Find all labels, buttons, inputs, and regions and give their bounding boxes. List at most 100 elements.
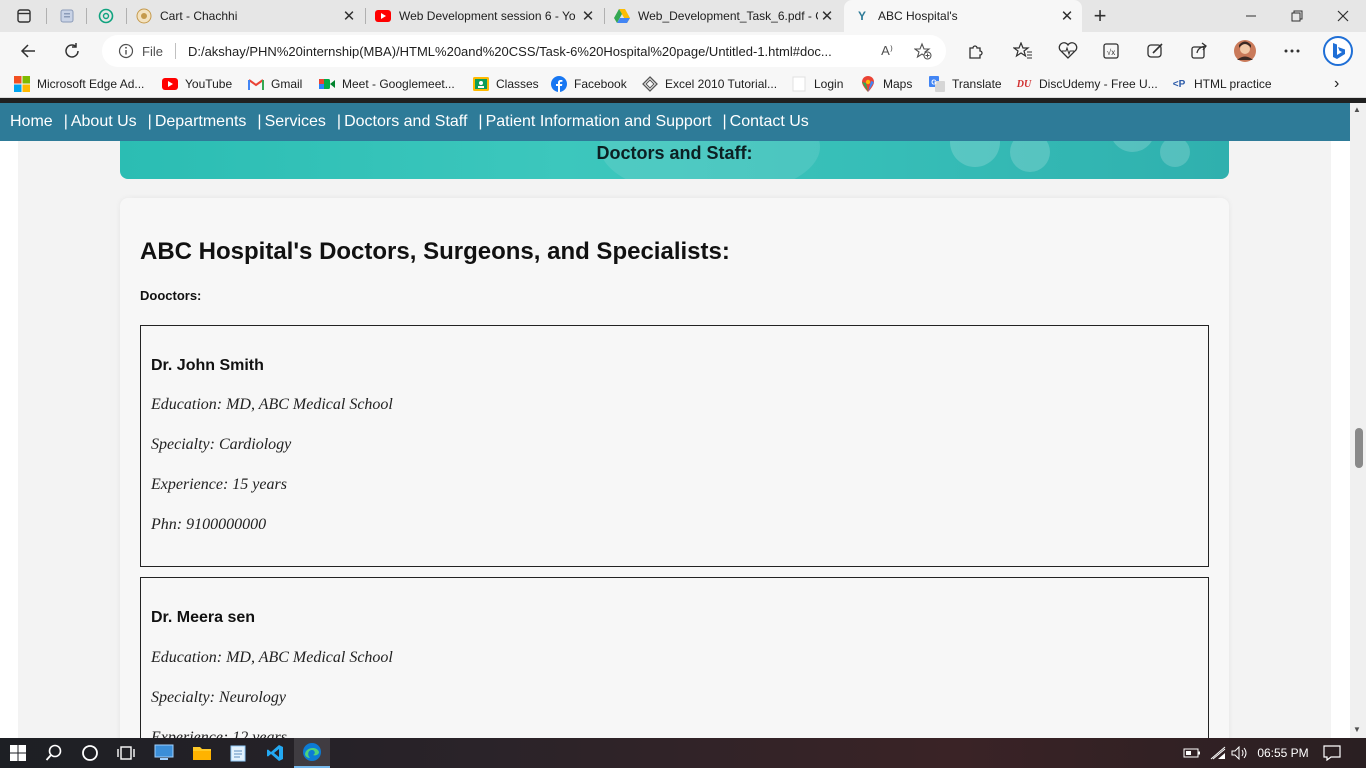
file-scheme-label: File <box>142 43 163 59</box>
close-window-button[interactable] <box>1320 0 1366 32</box>
address-bar[interactable]: File D:/akshay/PHN%20internship(MBA)/HTM… <box>102 35 946 67</box>
workspaces-icon[interactable] <box>53 4 81 28</box>
file-explorer-icon[interactable] <box>184 738 220 768</box>
bookmark-facebook[interactable]: Facebook <box>551 75 627 93</box>
share-icon[interactable] <box>1189 41 1209 61</box>
cortana-icon[interactable] <box>72 738 108 768</box>
bookmark-microsoft-edge[interactable]: Microsoft Edge Ad... <box>14 75 144 93</box>
svg-text:G: G <box>931 80 937 87</box>
bookmark-youtube[interactable]: YouTube <box>162 75 232 93</box>
excel-icon <box>642 76 658 92</box>
blank-page-icon <box>791 76 807 92</box>
nav-services[interactable]: Services <box>265 113 326 131</box>
close-tab-icon[interactable]: ✕ <box>1058 7 1076 25</box>
bookmark-label: HTML practice <box>1194 77 1272 91</box>
scroll-up-arrow-icon[interactable]: ▲ <box>1353 105 1361 114</box>
bookmark-label: YouTube <box>185 77 233 91</box>
bookmark-gmail[interactable]: Gmail <box>248 75 302 93</box>
tab-title: Web_Development_Task_6.pdf - G <box>638 9 818 23</box>
refresh-button[interactable] <box>58 37 86 65</box>
bookmark-excel-tutorial[interactable]: Excel 2010 Tutorial... <box>642 75 777 93</box>
close-tab-icon[interactable]: ✕ <box>579 7 597 25</box>
bookmarks-overflow-chevron-icon[interactable]: › <box>1334 75 1339 93</box>
bookmark-label: Excel 2010 Tutorial... <box>665 77 778 91</box>
tab-actions-menu-icon[interactable] <box>10 4 38 28</box>
classroom-icon <box>473 76 489 92</box>
nav-separator: | <box>336 113 342 130</box>
wifi-icon[interactable] <box>1208 745 1228 761</box>
tab-title: Cart - Chachhi <box>160 9 238 23</box>
bookmark-google-meet[interactable]: Meet - Googlemeet... <box>319 75 455 93</box>
windows-start-icon[interactable] <box>0 738 36 768</box>
doctors-section: ABC Hospital's Doctors, Surgeons, and Sp… <box>120 198 1229 738</box>
scroll-down-arrow-icon[interactable]: ▼ <box>1353 725 1361 734</box>
bookmark-label: Maps <box>883 77 913 91</box>
tab-abc-hospital[interactable]: Y ABC Hospital's ✕ <box>844 0 1082 32</box>
bookmark-maps[interactable]: Maps <box>860 75 912 93</box>
page-scrollbar[interactable]: ▲ ▼ <box>1350 103 1366 738</box>
vscode-icon[interactable] <box>257 738 293 768</box>
profile-avatar[interactable] <box>1233 39 1257 63</box>
doctor-education: Education: MD, ABC Medical School <box>151 396 393 413</box>
nav-doctors-and-staff[interactable]: Doctors and Staff <box>344 113 467 131</box>
tab-separator <box>46 8 47 24</box>
minimize-button[interactable] <box>1228 0 1274 32</box>
back-button[interactable] <box>14 37 42 65</box>
doctor-card: Dr. Meera sen Education: MD, ABC Medical… <box>140 577 1209 738</box>
browser-essentials-icon[interactable] <box>1058 41 1078 61</box>
edge-icon[interactable] <box>294 738 330 768</box>
doctor-experience: Experience: 15 years <box>151 476 287 493</box>
tab-title: Web Development session 6 - Yo <box>399 9 576 23</box>
bookmark-discudemy[interactable]: DU DiscUdemy - Free U... <box>1016 75 1158 93</box>
chatgpt-tab-icon[interactable] <box>92 4 120 28</box>
system-clock[interactable]: 06:55 PM <box>1256 745 1310 761</box>
favorites-icon[interactable] <box>1013 41 1033 61</box>
notifications-icon[interactable] <box>1322 745 1342 761</box>
nav-contact-us[interactable]: Contact Us <box>730 113 809 131</box>
bookmark-classes[interactable]: Classes <box>473 75 539 93</box>
new-tab-button[interactable]: + <box>1088 3 1112 28</box>
url-text[interactable]: D:/akshay/PHN%20internship(MBA)/HTML%20a… <box>188 44 878 59</box>
nav-about-us[interactable]: About Us <box>71 113 137 131</box>
desktop-icon[interactable] <box>146 738 182 768</box>
bookmark-translate[interactable]: G Translate <box>929 75 1002 93</box>
youtube-icon <box>162 76 178 92</box>
site-nav: Home | About Us | Departments | Services… <box>0 103 1350 141</box>
extensions-icon[interactable] <box>965 41 985 61</box>
notepad-icon[interactable] <box>220 738 256 768</box>
math-solver-icon[interactable]: √x <box>1101 41 1121 61</box>
tab-youtube-session[interactable]: Web Development session 6 - Yo ✕ <box>365 0 603 32</box>
tab-cart-chachhi[interactable]: Cart - Chachhi ✕ <box>126 0 364 32</box>
nav-home[interactable]: Home <box>10 113 53 131</box>
read-aloud-icon[interactable]: A⁾ <box>878 42 896 60</box>
battery-icon[interactable] <box>1182 745 1202 761</box>
doctor-name: Dr. John Smith <box>151 357 264 374</box>
bookmark-label: Meet - Googlemeet... <box>342 77 455 91</box>
nav-patient-information[interactable]: Patient Information and Support <box>486 113 712 131</box>
close-tab-icon[interactable]: ✕ <box>340 7 358 25</box>
doctor-specialty: Specialty: Neurology <box>151 689 286 706</box>
facebook-icon <box>551 76 567 92</box>
maps-icon <box>860 76 876 92</box>
bookmark-label: Translate <box>952 77 1002 91</box>
volume-icon[interactable] <box>1230 745 1250 761</box>
search-icon[interactable] <box>36 738 72 768</box>
address-divider <box>174 43 176 59</box>
bookmark-html-practice[interactable]: <P HTML practice <box>1171 75 1272 93</box>
settings-more-icon[interactable] <box>1282 41 1302 61</box>
nav-departments[interactable]: Departments <box>155 113 247 131</box>
close-tab-icon[interactable]: ✕ <box>818 7 836 25</box>
page-viewport: Doctors and Staff: Home | About Us | Dep… <box>0 103 1350 738</box>
add-favorite-icon[interactable] <box>914 42 932 60</box>
bing-copilot-icon[interactable] <box>1322 35 1354 67</box>
doctor-card: Dr. John Smith Education: MD, ABC Medica… <box>140 325 1209 567</box>
discudemy-icon: DU <box>1016 78 1032 90</box>
bookmark-login[interactable]: Login <box>791 75 843 93</box>
restore-button[interactable] <box>1274 0 1320 32</box>
doctor-name: Dr. Meera sen <box>151 609 256 626</box>
task-view-icon[interactable] <box>108 738 144 768</box>
tab-pdf-task[interactable]: Web_Development_Task_6.pdf - G ✕ <box>604 0 842 32</box>
scrollbar-thumb[interactable] <box>1355 428 1363 468</box>
web-capture-icon[interactable] <box>1145 41 1165 61</box>
site-info-icon[interactable] <box>118 43 134 59</box>
